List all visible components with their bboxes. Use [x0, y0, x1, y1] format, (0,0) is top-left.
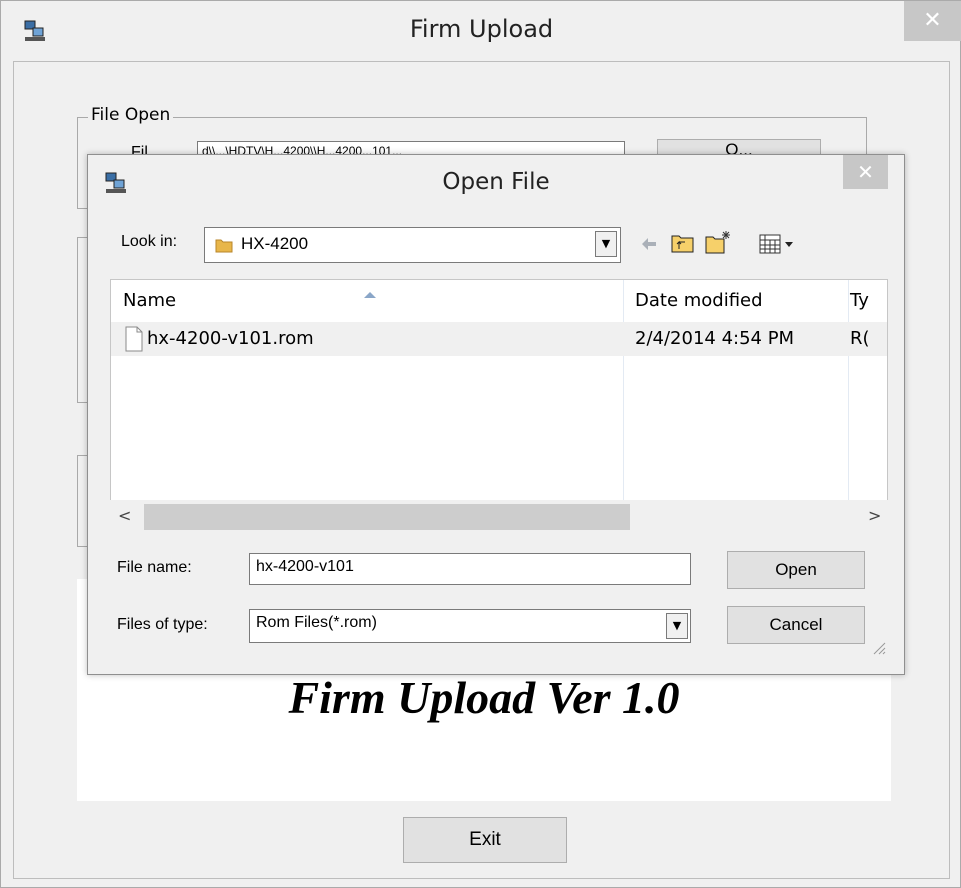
files-of-type-value: Rom Files(*.rom) [256, 614, 377, 631]
horizontal-scrollbar[interactable]: < > [110, 500, 888, 534]
column-separator [623, 280, 624, 500]
scroll-right-icon[interactable]: > [868, 506, 881, 525]
files-of-type-combobox[interactable]: Rom Files(*.rom) [249, 609, 691, 643]
file-name-cell: hx-4200-v101.rom [147, 328, 314, 349]
file-type-cell: R( [850, 328, 870, 349]
back-icon[interactable] [638, 233, 660, 255]
file-name-input[interactable]: hx-4200-v101 [249, 553, 691, 585]
column-date-header[interactable]: Date modified [635, 290, 763, 311]
file-date-cell: 2/4/2014 4:54 PM [635, 328, 795, 349]
view-menu-icon[interactable] [758, 233, 798, 255]
resize-grip-icon[interactable] [870, 639, 886, 655]
dialog-close-icon[interactable]: ✕ [843, 155, 888, 189]
table-row[interactable]: hx-4200-v101.rom 2/4/2014 4:54 PM R( [111, 322, 887, 356]
column-type-header[interactable]: Ty [850, 290, 869, 311]
look-in-dropdown-icon[interactable]: ▼ [595, 231, 617, 257]
exit-button[interactable]: Exit [403, 817, 567, 863]
up-folder-icon[interactable] [670, 231, 696, 255]
new-folder-icon[interactable] [704, 229, 732, 255]
open-button[interactable]: Open [727, 551, 865, 589]
column-separator [848, 280, 849, 500]
file-open-group-label: File Open [88, 105, 174, 125]
scroll-left-icon[interactable]: < [118, 506, 131, 525]
scroll-thumb[interactable] [144, 504, 630, 530]
file-icon [123, 326, 145, 352]
title-bar: Firm Upload ✕ [1, 1, 961, 61]
file-name-label: File name: [117, 559, 192, 576]
look-in-combobox[interactable]: HX-4200 [204, 227, 621, 263]
cancel-button[interactable]: Cancel [727, 606, 865, 644]
files-of-type-dropdown-icon[interactable]: ▼ [666, 613, 688, 639]
look-in-value: HX-4200 [241, 234, 309, 253]
files-of-type-label: Files of type: [117, 616, 208, 633]
window-title: Firm Upload [409, 15, 554, 43]
look-in-label: Look in: [121, 233, 178, 250]
open-file-dialog: Open File ✕ Look in: HX-4200 ▼ Name Date… [87, 154, 905, 675]
sort-arrow-icon [363, 284, 377, 298]
dialog-title-bar: Open File ✕ [88, 155, 904, 213]
file-list-view[interactable]: Name Date modified Ty hx-4200-v101.rom 2… [110, 279, 888, 534]
column-name-header[interactable]: Name [123, 290, 176, 311]
close-icon[interactable]: ✕ [904, 1, 961, 41]
folder-icon [214, 235, 234, 255]
banner-text: Firm Upload Ver 1.0 [288, 672, 680, 723]
dialog-title: Open File [442, 169, 550, 195]
